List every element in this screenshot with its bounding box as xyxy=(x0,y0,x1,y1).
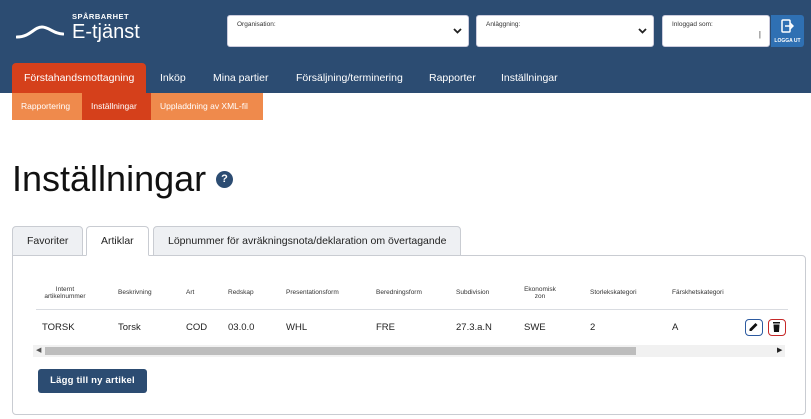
delete-button[interactable] xyxy=(768,319,786,336)
logout-icon xyxy=(781,19,795,36)
header-beredningsform: Beredningsform xyxy=(376,289,422,296)
cell-presentationsform: WHL xyxy=(286,322,308,333)
tab-artiklar[interactable]: Artiklar xyxy=(86,226,149,256)
nav-mina-partier[interactable]: Mina partier xyxy=(201,63,280,93)
logged-in-box: Inloggad som: | xyxy=(662,15,770,47)
nav-inkop[interactable]: Inköp xyxy=(148,63,198,93)
help-icon[interactable]: ? xyxy=(216,171,233,188)
page-title: Inställningar xyxy=(12,158,207,199)
header-storlekskategori: Storlekskategori xyxy=(590,289,637,296)
cell-art: COD xyxy=(186,322,208,333)
pencil-icon xyxy=(749,323,758,331)
tab-lopnummer[interactable]: Löpnummer för avräkningsnota/deklaration… xyxy=(153,226,462,256)
cell-beskrivning: Torsk xyxy=(118,322,141,333)
brand-subtitle: SPÅRBARHET xyxy=(72,12,130,21)
divider xyxy=(36,309,788,310)
nav-forstahandsmottagning[interactable]: Förstahandsmottagning xyxy=(12,63,147,93)
organisation-label: Organisation: xyxy=(237,21,276,28)
header-presentationsform: Presentationsform xyxy=(286,289,339,296)
header-subdivision: Subdivision xyxy=(456,289,490,296)
nav-forsaljning[interactable]: Försäljning/terminering xyxy=(284,63,415,93)
scroll-left-icon[interactable]: ◀ xyxy=(36,346,41,354)
logo-wave-icon xyxy=(16,25,64,39)
cell-farskhetskategori: A xyxy=(672,322,679,333)
subnav-rapportering[interactable]: Rapportering xyxy=(12,93,82,120)
logged-in-label: Inloggad som: xyxy=(672,21,713,28)
header-farskhetskategori: Färskhetskategori xyxy=(672,289,724,296)
header-redskap: Redskap xyxy=(228,289,254,296)
cell-ekonomisk-zon: SWE xyxy=(524,322,546,333)
brand-name: E-tjänst xyxy=(72,21,140,43)
cell-subdivision: 27.3.a.N xyxy=(456,322,492,333)
header-art: Art xyxy=(186,289,195,296)
subnav-installningar[interactable]: Inställningar xyxy=(82,93,151,120)
subnav-xml-upload[interactable]: Uppladdning av XML-fil xyxy=(151,93,263,120)
main-nav: Förstahandsmottagning Inköp Mina partier… xyxy=(0,63,811,93)
chevron-down-icon xyxy=(638,26,647,37)
organisation-select[interactable]: Organisation: xyxy=(227,15,469,47)
chevron-down-icon xyxy=(453,26,462,37)
tab-favoriter[interactable]: Favoriter xyxy=(12,226,84,256)
header-internt-line1: Internt xyxy=(55,286,75,293)
header-ekonomisk-line1: Ekonomisk xyxy=(524,286,556,293)
scrollbar-thumb[interactable] xyxy=(45,347,636,355)
anlaggning-select[interactable]: Anläggning: xyxy=(476,15,654,47)
cell-internt: TORSK xyxy=(42,322,75,333)
trash-icon xyxy=(773,322,780,332)
add-article-button[interactable]: Lägg till ny artikel xyxy=(38,369,147,393)
logo[interactable]: SPÅRBARHET E-tjänst xyxy=(16,12,166,52)
logout-button[interactable]: LOGGA UT xyxy=(771,15,804,47)
header-ekonomisk-line2: zon xyxy=(534,293,546,300)
logout-label: LOGGA UT xyxy=(774,38,801,44)
cell-storlekskategori: 2 xyxy=(590,322,596,333)
logged-in-value: | xyxy=(758,30,761,39)
header-beskrivning: Beskrivning xyxy=(118,289,152,296)
header-internt-line2: artikelnummer xyxy=(44,293,86,300)
cell-beredningsform: FRE xyxy=(376,322,395,333)
header-ekonomisk-zon: Ekonomisk zon xyxy=(518,286,562,300)
cell-redskap: 03.0.0 xyxy=(228,322,255,333)
header-internt-artikelnummer: Internt artikelnummer xyxy=(38,286,92,300)
nav-rapporter[interactable]: Rapporter xyxy=(417,63,488,93)
edit-button[interactable] xyxy=(745,319,763,336)
nav-installningar[interactable]: Inställningar xyxy=(489,63,570,93)
anlaggning-label: Anläggning: xyxy=(486,21,521,28)
scroll-right-icon[interactable]: ▶ xyxy=(777,346,782,354)
